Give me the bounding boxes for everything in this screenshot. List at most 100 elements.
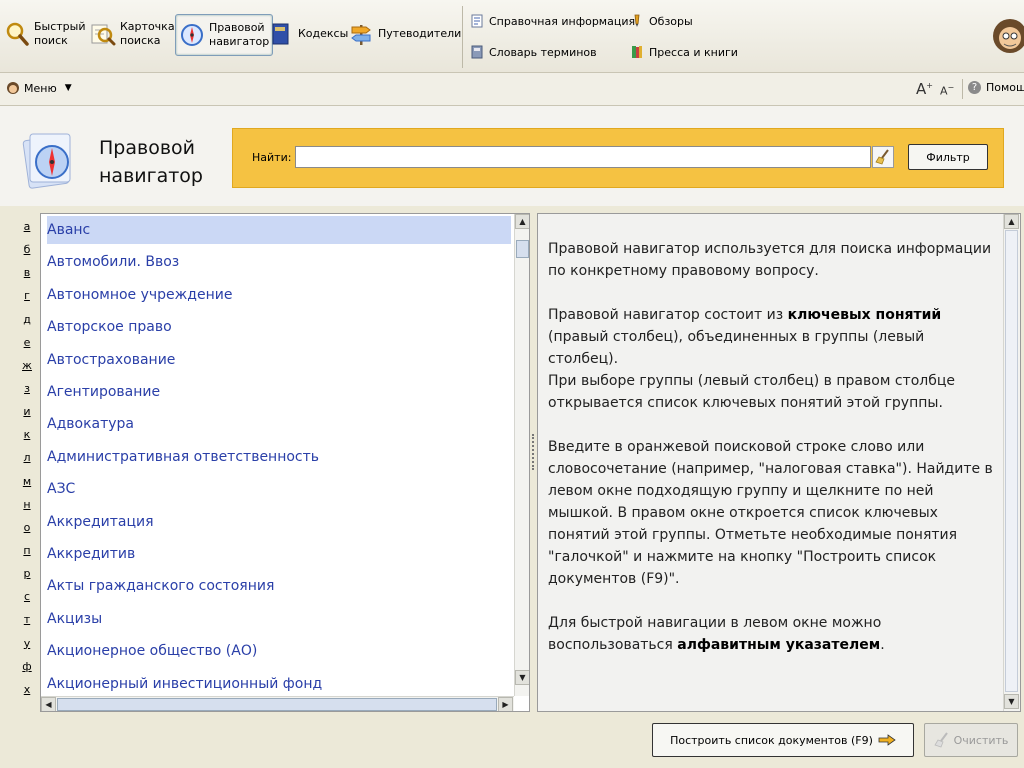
- alphabet-letter[interactable]: в: [18, 264, 36, 287]
- reviews-button[interactable]: Обзоры: [630, 12, 693, 30]
- alphabet-letter[interactable]: г: [18, 287, 36, 310]
- alphabet-letter[interactable]: б: [18, 241, 36, 264]
- search-card-icon: [91, 24, 116, 46]
- books-icon: [632, 46, 642, 58]
- dictionary-icon: [471, 45, 483, 59]
- list-item[interactable]: Аванс: [47, 216, 511, 244]
- alphabet-letter[interactable]: е: [18, 334, 36, 357]
- menu-button[interactable]: Меню ▼: [6, 81, 72, 95]
- scroll-down-icon[interactable]: ▼: [1004, 694, 1019, 709]
- list-item[interactable]: Акцизы: [47, 605, 102, 633]
- list-item[interactable]: Автономное учреждение: [47, 281, 232, 309]
- info-paragraph: Правовой навигатор состоит из ключевых п…: [548, 304, 998, 370]
- scroll-right-icon[interactable]: ▶: [498, 697, 513, 711]
- alphabet-letter[interactable]: з: [18, 380, 36, 403]
- menubar-separator: [962, 79, 963, 99]
- help-button[interactable]: ? Помощь: [968, 81, 1024, 94]
- legal-navigator-button[interactable]: Правовой навигатор: [175, 14, 274, 56]
- list-item[interactable]: Акционерный инвестиционный фонд: [47, 670, 322, 698]
- alphabet-letter[interactable]: ж: [18, 357, 36, 380]
- alphabet-letter[interactable]: н: [18, 496, 36, 519]
- info-paragraph: Правовой навигатор используется для поис…: [548, 241, 992, 279]
- scroll-down-icon[interactable]: ▼: [515, 670, 529, 685]
- increase-font-icon[interactable]: A+: [916, 80, 933, 98]
- alphabet-letter[interactable]: л: [18, 449, 36, 472]
- alphabet-letter[interactable]: а: [18, 218, 36, 241]
- list-item[interactable]: Аккредитив: [47, 540, 135, 568]
- alphabet-index: абвгдежзиклмнопрстуфх: [18, 218, 36, 704]
- info-bold-run: ключевых понятий: [787, 307, 942, 323]
- legal-navigator-label: Правовой навигатор: [209, 21, 270, 48]
- list-horizontal-scrollbar[interactable]: ◀ ▶: [41, 696, 514, 711]
- list-item[interactable]: Акты гражданского состояния: [47, 572, 274, 600]
- list-scroll-thumb[interactable]: [516, 240, 529, 258]
- alphabet-letter[interactable]: у: [18, 635, 36, 658]
- scroll-up-icon[interactable]: ▲: [1004, 214, 1019, 229]
- broom-icon: [933, 732, 948, 748]
- info-vertical-scrollbar[interactable]: ▲ ▼: [1003, 214, 1020, 711]
- alphabet-letter[interactable]: р: [18, 565, 36, 588]
- card-search-button[interactable]: Карточка поиска: [90, 12, 175, 56]
- main-toolbar: Быстрый поиск Карточка поиска Правовой н…: [0, 0, 1024, 73]
- magnifier-icon: [6, 22, 29, 46]
- page-title: Правовой навигатор: [99, 137, 203, 187]
- scroll-up-icon[interactable]: ▲: [515, 214, 529, 229]
- info-text-run: .: [880, 637, 885, 653]
- menu-bar: Меню ▼ A+ A− ? Помощь: [0, 73, 1024, 106]
- professor-avatar-icon: [993, 19, 1024, 53]
- reference-info-button[interactable]: Справочная информация: [470, 12, 635, 30]
- list-item[interactable]: Автомобили. Ввоз: [47, 248, 179, 276]
- info-paragraph: При выборе группы (левый столбец) в прав…: [548, 373, 955, 411]
- list-item[interactable]: Акционерное общество (АО): [47, 637, 257, 665]
- list-item[interactable]: Административная ответственность: [47, 443, 319, 471]
- info-panel: Правовой навигатор используется для поис…: [537, 213, 1021, 712]
- info-paragraph: Для быстрой навигации в левом окне можно…: [548, 612, 998, 656]
- filter-button[interactable]: Фильтр: [908, 144, 988, 170]
- quick-search-button[interactable]: Быстрый поиск: [4, 12, 86, 56]
- alphabet-letter[interactable]: и: [18, 403, 36, 426]
- list-item[interactable]: Аккредитация: [47, 508, 154, 536]
- list-item[interactable]: Адвокатура: [47, 410, 134, 438]
- help-icon: ?: [968, 81, 981, 94]
- reference-info-label: Справочная информация: [489, 14, 636, 28]
- alphabet-letter[interactable]: д: [18, 311, 36, 334]
- group-list-panel[interactable]: Аванс Автомобили. Ввоз Автономное учрежден…: [40, 213, 530, 712]
- decrease-font-icon[interactable]: A−: [940, 83, 954, 98]
- user-avatar[interactable]: [990, 14, 1024, 58]
- clear-button[interactable]: Очистить: [924, 723, 1018, 757]
- search-label: Найти:: [252, 151, 292, 164]
- alphabet-letter[interactable]: т: [18, 611, 36, 634]
- menu-label: Меню: [24, 81, 57, 95]
- guides-button[interactable]: Путеводители: [348, 12, 461, 56]
- press-books-button[interactable]: Пресса и книги: [630, 43, 738, 61]
- search-input[interactable]: [295, 146, 871, 168]
- pen-icon: [634, 14, 640, 27]
- toolbar-separator: [462, 6, 463, 68]
- alphabet-letter[interactable]: х: [18, 681, 36, 704]
- glossary-button[interactable]: Словарь терминов: [470, 43, 597, 61]
- reviews-label: Обзоры: [649, 14, 693, 28]
- scroll-left-icon[interactable]: ◀: [41, 697, 56, 711]
- list-vertical-scrollbar[interactable]: ▲ ▼: [514, 214, 529, 696]
- list-hscroll-thumb[interactable]: [57, 698, 497, 711]
- list-item[interactable]: Автострахование: [47, 346, 175, 374]
- clear-search-button[interactable]: [872, 146, 894, 168]
- alphabet-letter[interactable]: м: [18, 473, 36, 496]
- codes-button[interactable]: Кодексы: [268, 12, 348, 56]
- alphabet-letter[interactable]: о: [18, 519, 36, 542]
- list-item[interactable]: Авторское право: [47, 313, 172, 341]
- list-item[interactable]: Агентирование: [47, 378, 160, 406]
- alphabet-letter[interactable]: с: [18, 588, 36, 611]
- alphabet-letter[interactable]: п: [18, 542, 36, 565]
- professor-small-icon: [7, 82, 19, 94]
- info-paragraph: Введите в оранжевой поисковой строке сло…: [548, 439, 993, 587]
- info-text-run: (правый столбец), объединенных в группы …: [548, 329, 925, 367]
- alphabet-letter[interactable]: ф: [18, 658, 36, 681]
- glossary-label: Словарь терминов: [489, 45, 597, 59]
- alphabet-letter[interactable]: к: [18, 426, 36, 449]
- press-books-label: Пресса и книги: [649, 45, 738, 59]
- build-document-list-button[interactable]: Построить список документов (F9): [652, 723, 914, 757]
- info-scroll-thumb[interactable]: [1005, 230, 1018, 692]
- list-item[interactable]: АЗС: [47, 475, 75, 503]
- codes-label: Кодексы: [298, 27, 349, 40]
